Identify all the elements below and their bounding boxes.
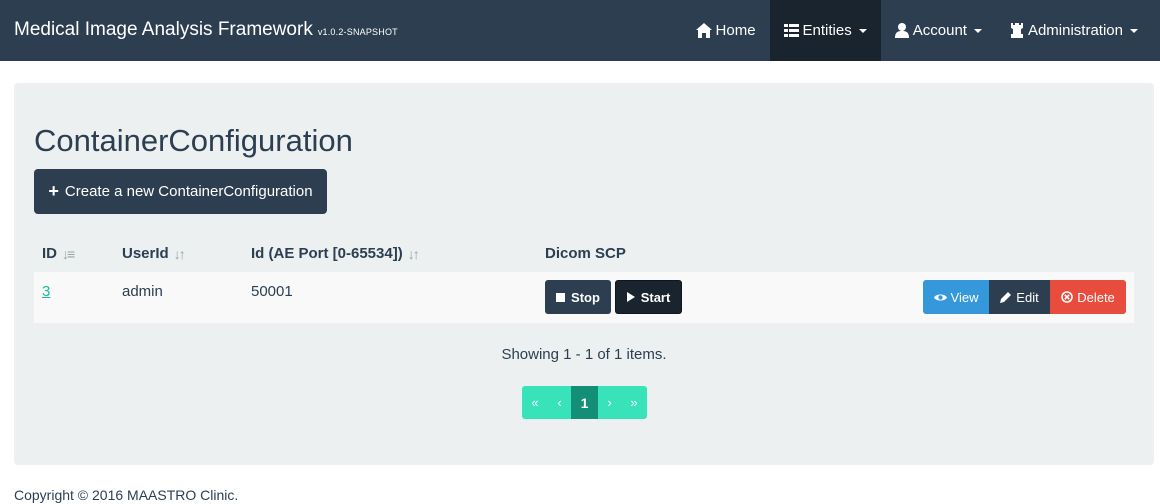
play-icon: [626, 292, 635, 302]
row-userid: admin: [122, 283, 163, 300]
tower-icon: [1010, 23, 1023, 38]
pagination-summary: Showing 1 - 1 of 1 items.: [501, 346, 667, 363]
page-title: ContainerConfiguration: [34, 123, 353, 158]
sort-desc-icon: ↓≡: [62, 245, 75, 262]
content-panel: ContainerConfiguration + Create a new Co…: [14, 83, 1154, 465]
top-navbar: Medical Image Analysis Framework v1.0.2-…: [0, 0, 1160, 61]
column-header-userid[interactable]: UserId ↓↑: [122, 245, 186, 262]
footer-copyright: Copyright © 2016 MAASTRO Clinic.: [14, 487, 239, 503]
pagination-last[interactable]: »: [621, 386, 647, 419]
column-header-id[interactable]: ID ↓≡: [42, 245, 75, 262]
chevron-down-icon: [1130, 28, 1138, 33]
pagination-first[interactable]: «: [522, 386, 548, 419]
pagination-next[interactable]: ›: [598, 386, 621, 419]
nav-administration[interactable]: Administration: [996, 0, 1152, 61]
delete-button-label: Delete: [1077, 289, 1115, 305]
nav-account[interactable]: Account: [881, 0, 996, 61]
nav-home[interactable]: Home: [682, 0, 770, 61]
create-button[interactable]: + Create a new ContainerConfiguration: [34, 169, 327, 214]
brand-title[interactable]: Medical Image Analysis Framework: [14, 19, 313, 41]
column-header-id-label: ID: [42, 245, 57, 262]
chevron-down-icon: [858, 28, 867, 33]
chevron-down-icon: [973, 28, 982, 33]
home-icon: [695, 23, 712, 38]
eye-icon: [933, 294, 947, 300]
pagination: « ‹ 1 › »: [522, 386, 647, 419]
row-port: 50001: [251, 283, 293, 300]
brand[interactable]: Medical Image Analysis Framework v1.0.2-…: [14, 19, 398, 41]
row-id-link[interactable]: 3: [42, 283, 50, 300]
column-header-dicom-label: Dicom SCP: [545, 245, 626, 262]
nav-menu: Home Entities Account Administration: [682, 0, 1152, 61]
sort-icon: ↓↑: [173, 245, 186, 262]
column-header-port-label: Id (AE Port [0-65534]): [251, 245, 403, 262]
remove-circle-icon: [1061, 291, 1074, 303]
nav-entities-label: Entities: [802, 22, 852, 39]
view-button-label: View: [950, 289, 979, 305]
nav-account-label: Account: [912, 22, 967, 39]
start-button-label: Start: [640, 289, 671, 305]
view-button[interactable]: View: [923, 280, 989, 314]
sort-icon: ↓↑: [407, 245, 420, 262]
nav-administration-label: Administration: [1027, 22, 1123, 39]
stop-icon: [556, 292, 566, 302]
nav-home-label: Home: [715, 22, 756, 39]
pagination-page-1[interactable]: 1: [571, 386, 598, 419]
column-header-port[interactable]: Id (AE Port [0-65534]) ↓↑: [251, 245, 420, 262]
plus-icon: +: [48, 181, 59, 201]
user-icon: [894, 23, 909, 38]
edit-button[interactable]: Edit: [989, 280, 1050, 314]
start-button[interactable]: Start: [615, 280, 682, 314]
list-icon: [783, 24, 799, 37]
column-header-dicom: Dicom SCP: [545, 245, 626, 262]
brand-version: v1.0.2-SNAPSHOT: [317, 27, 398, 37]
nav-entities[interactable]: Entities: [769, 0, 881, 61]
pencil-icon: [1000, 292, 1012, 303]
column-header-userid-label: UserId: [122, 245, 169, 262]
pagination-prev[interactable]: ‹: [548, 386, 571, 419]
stop-button[interactable]: Stop: [545, 280, 611, 314]
edit-button-label: Edit: [1016, 289, 1039, 305]
stop-button-label: Stop: [571, 289, 600, 305]
delete-button[interactable]: Delete: [1050, 280, 1126, 314]
create-button-label: Create a new ContainerConfiguration: [64, 183, 313, 200]
